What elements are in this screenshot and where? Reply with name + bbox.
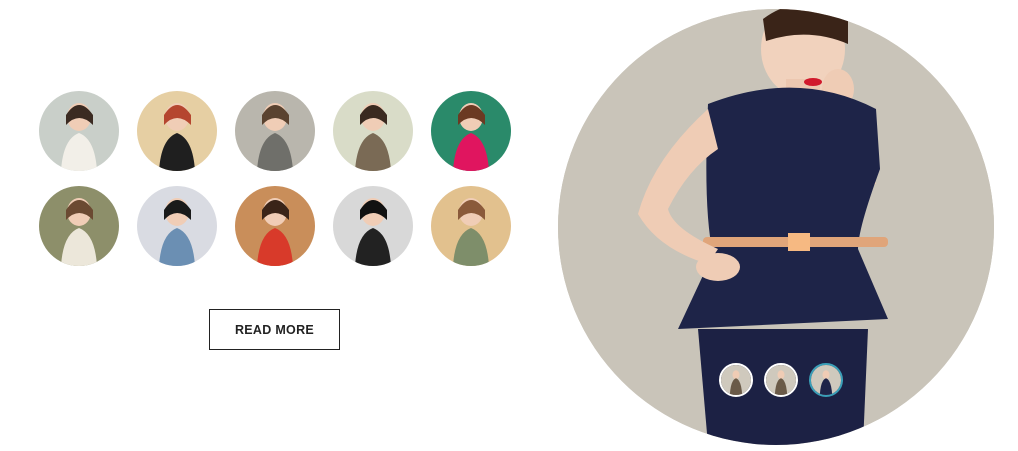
model-photo-icon xyxy=(333,186,413,266)
gallery-thumbnail[interactable] xyxy=(137,91,217,171)
slider-dots xyxy=(719,363,843,397)
slide-thumb-icon xyxy=(721,365,751,395)
model-photo-icon xyxy=(431,91,511,171)
model-photo-icon xyxy=(431,186,511,266)
model-photo-icon xyxy=(137,186,217,266)
gallery-thumbnail[interactable] xyxy=(235,91,315,171)
model-photo-icon xyxy=(235,186,315,266)
gallery-thumbnail[interactable] xyxy=(431,91,511,171)
model-photo-icon xyxy=(137,91,217,171)
gallery-thumbnail[interactable] xyxy=(431,186,511,266)
slider-dot[interactable] xyxy=(809,363,843,397)
model-photo-icon xyxy=(39,186,119,266)
gallery-thumbnails xyxy=(39,91,511,266)
model-photo-icon xyxy=(39,91,119,171)
slider-dot[interactable] xyxy=(764,363,798,397)
gallery-thumbnail[interactable] xyxy=(235,186,315,266)
slide-thumb-icon xyxy=(811,365,841,395)
gallery-thumbnail[interactable] xyxy=(137,186,217,266)
gallery-thumbnail[interactable] xyxy=(333,186,413,266)
gallery-thumbnail[interactable] xyxy=(39,186,119,266)
gallery-thumbnail[interactable] xyxy=(333,91,413,171)
slider-dot[interactable] xyxy=(719,363,753,397)
slide-thumb-icon xyxy=(766,365,796,395)
read-more-button[interactable]: READ MORE xyxy=(209,309,340,350)
gallery-thumbnail[interactable] xyxy=(39,91,119,171)
model-photo-icon xyxy=(235,91,315,171)
model-photo-icon xyxy=(333,91,413,171)
